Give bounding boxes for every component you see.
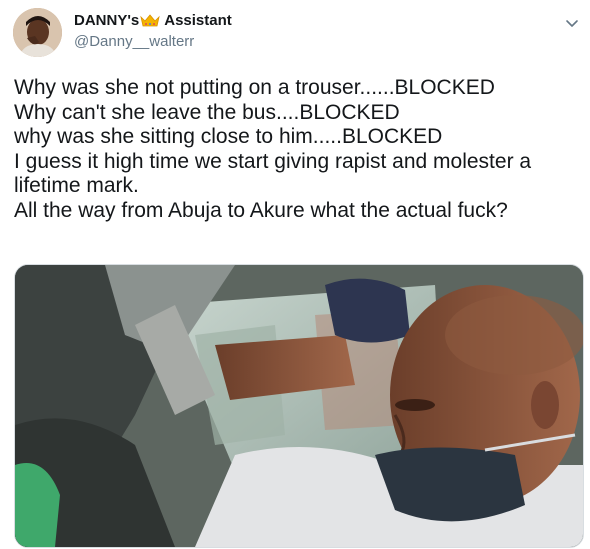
tweet-text-line: I guess it high time we start giving rap… — [14, 149, 532, 173]
author-name-suffix[interactable]: Assistant — [164, 12, 232, 29]
author-name[interactable]: DANNY's — [74, 12, 139, 29]
chevron-down-icon[interactable] — [563, 14, 581, 32]
tweet-text-line: Why can't she leave the bus....BLOCKED — [14, 100, 400, 124]
tweet-text-line: Why was she not putting on a trouser....… — [14, 76, 495, 99]
author-name-row[interactable]: DANNY's Assistant — [74, 12, 232, 29]
author-avatar[interactable] — [13, 8, 62, 57]
media-photo — [15, 265, 583, 547]
tweet-text-line: why was she sitting close to him.....BLO… — [14, 125, 443, 149]
tweet-text-line: All the way from Abuja to Akure what the… — [14, 198, 508, 222]
crown-icon — [140, 14, 160, 27]
tweet-media-image[interactable] — [14, 264, 584, 548]
author-handle[interactable]: @Danny__walterr — [74, 33, 194, 50]
tweet-text-line: lifetime mark. — [14, 174, 139, 198]
avatar-image — [13, 8, 62, 57]
tweet-text: Why was she not putting on a trouser....… — [14, 76, 584, 224]
